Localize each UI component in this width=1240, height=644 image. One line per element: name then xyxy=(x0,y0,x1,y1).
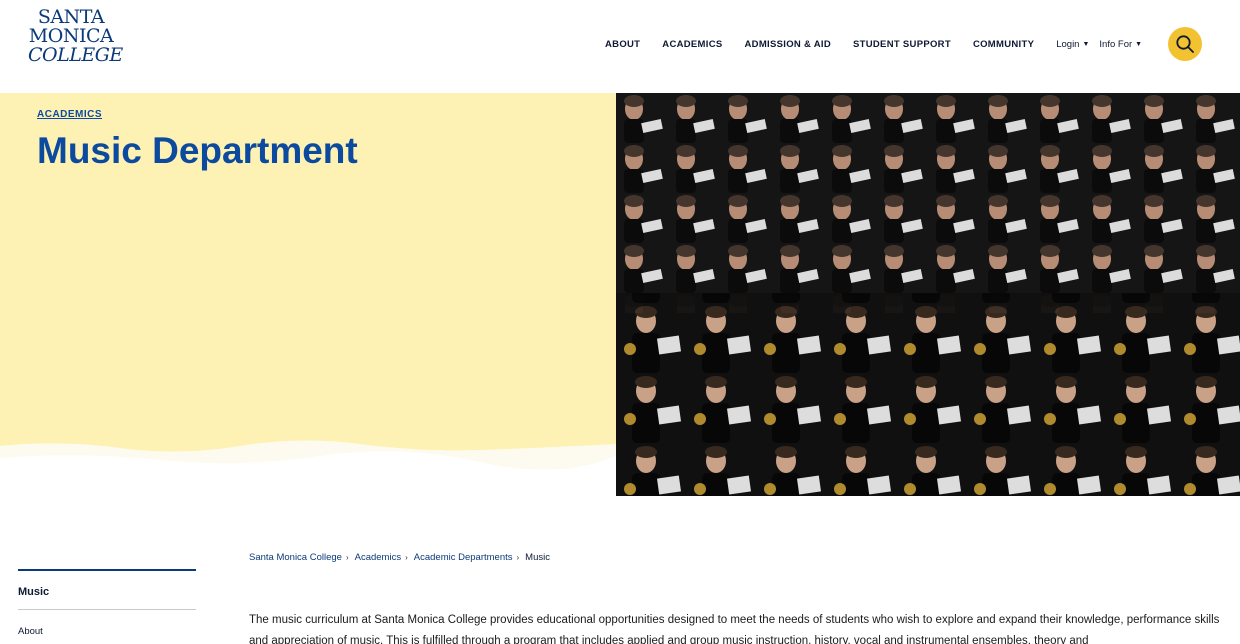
breadcrumb: Santa Monica College › Academics › Acade… xyxy=(249,552,550,563)
login-dropdown[interactable]: Login ▼ xyxy=(1056,39,1089,50)
nav-admission-aid[interactable]: ADMISSION & AID xyxy=(745,39,831,50)
intro-paragraph: The music curriculum at Santa Monica Col… xyxy=(249,614,1220,644)
chevron-right-icon: › xyxy=(516,553,520,562)
site-header: SANTA MONICA COLLEGE ABOUT ACADEMICS ADM… xyxy=(0,0,1240,93)
breadcrumb-link[interactable]: Academics xyxy=(355,552,401,563)
chevron-right-icon: › xyxy=(345,553,349,562)
info-for-dropdown[interactable]: Info For ▼ xyxy=(1099,39,1142,50)
page-title: Music Department xyxy=(37,130,358,171)
breadcrumb-current: Music xyxy=(525,552,550,563)
nav-academics[interactable]: ACADEMICS xyxy=(662,39,722,50)
sidebar-item-about[interactable]: About xyxy=(18,626,43,637)
brush-edge xyxy=(0,440,616,496)
breadcrumb-link[interactable]: Academic Departments xyxy=(414,552,513,563)
chevron-right-icon: › xyxy=(405,553,408,562)
chevron-down-icon: ▼ xyxy=(1135,41,1143,48)
sidebar-top-rule xyxy=(18,569,196,571)
login-label: Login xyxy=(1056,39,1080,50)
info-for-label: Info For xyxy=(1099,39,1133,50)
hero-image xyxy=(616,93,1240,496)
hero-eyebrow-link[interactable]: ACADEMICS xyxy=(37,109,102,120)
nav-community[interactable]: COMMUNITY xyxy=(973,39,1034,50)
chevron-down-icon: ▼ xyxy=(1082,41,1090,48)
nav-about[interactable]: ABOUT xyxy=(605,39,640,50)
sidebar-item-music[interactable]: Music xyxy=(18,586,49,598)
nav-student-support[interactable]: STUDENT SUPPORT xyxy=(853,39,951,50)
college-logo[interactable]: SANTA MONICA COLLEGE xyxy=(28,8,123,80)
sidebar-divider xyxy=(18,609,196,610)
search-button[interactable] xyxy=(1168,27,1202,61)
logo-line-3: COLLEGE xyxy=(28,44,123,66)
choir-orchestra-photo xyxy=(616,93,1240,496)
search-icon xyxy=(1176,35,1194,53)
main-nav: ABOUT ACADEMICS ADMISSION & AID STUDENT … xyxy=(605,39,1152,50)
breadcrumb-link[interactable]: Santa Monica College xyxy=(249,552,342,563)
